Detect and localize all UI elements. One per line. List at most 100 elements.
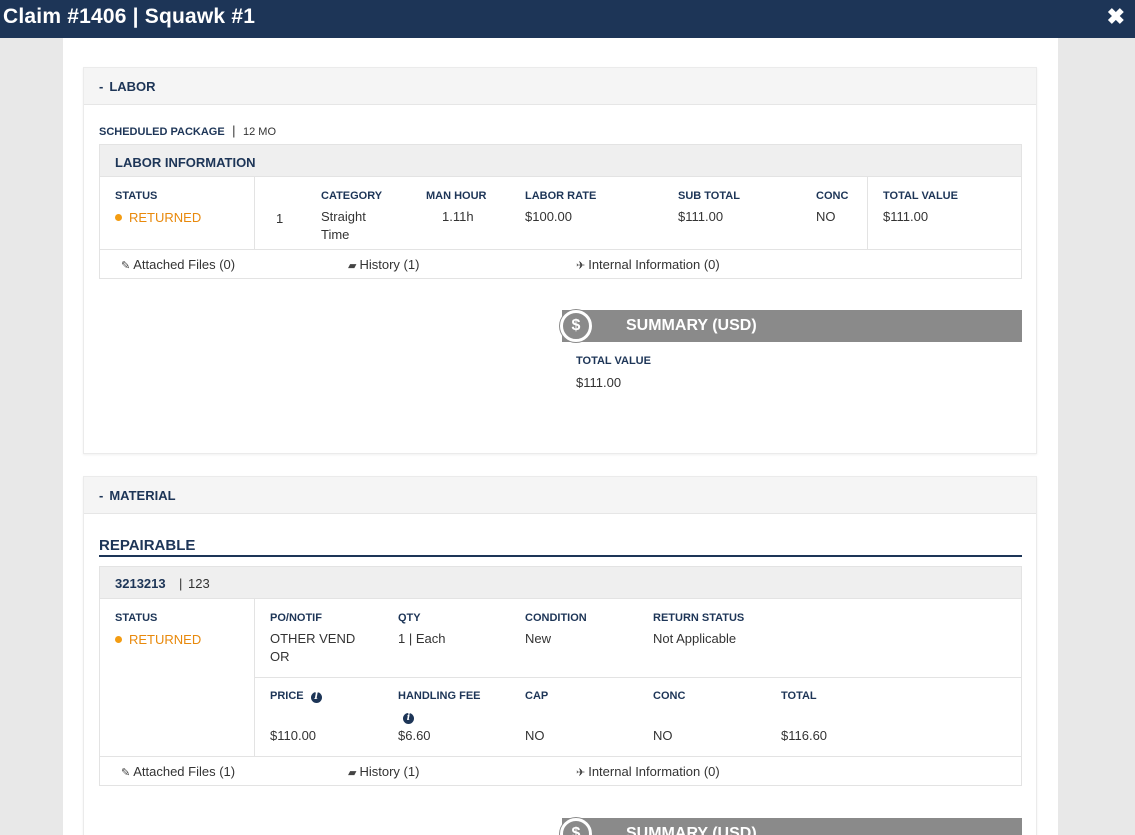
labor-information-title: LABOR INFORMATION (115, 155, 256, 170)
row-index: 1 (276, 211, 284, 226)
material-detail-row2: PRICE i $110.00 HANDLING FEE i $6.60 CAP… (254, 677, 1022, 757)
paperclip-icon: ✎ (121, 260, 131, 272)
return-status-value: Not Applicable (653, 631, 737, 646)
material-detail-row1: PO/NOTIF OTHER VEND OR QTY 1 | Each COND… (254, 598, 1022, 678)
material-links-row: ✎ Attached Files (1) ▰ History (1) ✈ Intern… (99, 756, 1022, 786)
labor-total-cell: TOTAL VALUE $111.00 (867, 176, 1022, 250)
attached-files-link[interactable]: ✎ Attached Files (0) (121, 257, 235, 272)
labor-summary-bar: $ SUMMARY (USD) (560, 310, 1022, 342)
book-icon: ▰ (348, 767, 357, 779)
status-dot (115, 636, 122, 643)
conc-value: NO (816, 209, 836, 224)
plane-icon: ✈ (576, 767, 586, 779)
total-value: $116.60 (781, 728, 828, 743)
po-notif-label: PO/NOTIF (270, 612, 322, 624)
labor-rate-label: LABOR RATE (525, 190, 597, 202)
internal-information-link[interactable]: ✈ Internal Information (0) (576, 764, 720, 779)
separator: | (179, 576, 183, 591)
handling-fee-value: $6.60 (398, 728, 431, 743)
conc-value: NO (653, 728, 673, 743)
material-status-cell: STATUS RETURNED (99, 598, 255, 757)
labor-panel-header[interactable]: - LABOR (84, 68, 1036, 105)
scheduled-package: SCHEDULED PACKAGE | 12 MO (99, 122, 276, 140)
condition-label: CONDITION (525, 612, 587, 624)
separator: | (232, 123, 236, 138)
material-section-label: MATERIAL (109, 488, 176, 503)
return-status-label: RETURN STATUS (653, 612, 745, 624)
dollar-icon: $ (560, 818, 592, 835)
history-link[interactable]: ▰ History (1) (348, 764, 419, 779)
man-hour-label: MAN HOUR (426, 190, 487, 202)
close-icon[interactable]: ✖ (1107, 4, 1125, 30)
status-dot (115, 214, 122, 221)
collapse-toggle[interactable]: - (99, 488, 103, 503)
conc-label: CONC (653, 690, 686, 702)
sub-total-label: SUB TOTAL (678, 190, 740, 202)
material-panel: - MATERIAL REPAIRABLE 3213213 | 123 STATU… (83, 476, 1037, 835)
main-content: - LABOR SCHEDULED PACKAGE | 12 MO LABOR I… (63, 38, 1058, 835)
price-value: $110.00 (270, 728, 317, 743)
history-link[interactable]: ▰ History (1) (348, 257, 419, 272)
attached-files-label: Attached Files (1) (133, 764, 236, 779)
total-label: TOTAL (781, 690, 817, 702)
cap-label: CAP (525, 690, 549, 702)
labor-panel: - LABOR SCHEDULED PACKAGE | 12 MO LABOR I… (83, 67, 1037, 454)
sub-total-value: $111.00 (678, 209, 724, 224)
material-summary-bar: $ SUMMARY (USD) (560, 818, 1022, 835)
part-number: 3213213 (115, 576, 166, 591)
price-label: PRICE (270, 690, 304, 702)
labor-detail-cell: 1 CATEGORY Straight Time MAN HOUR 1.11h … (254, 176, 868, 250)
total-value: $111.00 (883, 209, 929, 224)
attached-files-label: Attached Files (0) (133, 257, 236, 272)
internal-information-link[interactable]: ✈ Internal Information (0) (576, 257, 720, 272)
internal-information-label: Internal Information (0) (588, 257, 720, 272)
status-value: RETURNED (129, 210, 202, 225)
status-label: STATUS (115, 612, 158, 624)
category-label: CATEGORY (321, 190, 383, 202)
status-badge: RETURNED (115, 632, 201, 647)
book-icon: ▰ (348, 260, 357, 272)
labor-status-cell: STATUS RETURNED (99, 176, 255, 250)
category-value: Straight Time (321, 209, 366, 242)
cap-value: NO (525, 728, 545, 743)
attached-files-link[interactable]: ✎ Attached Files (1) (121, 764, 235, 779)
material-panel-header[interactable]: - MATERIAL (84, 477, 1036, 514)
po-notif-value: OTHER VEND OR (270, 631, 356, 664)
status-label: STATUS (115, 190, 158, 202)
info-icon[interactable]: i (310, 692, 322, 703)
status-badge: RETURNED (115, 210, 201, 225)
handling-fee-label: HANDLING FEE (398, 690, 481, 702)
summary-total-label: TOTAL VALUE (576, 355, 651, 367)
internal-information-label: Internal Information (0) (588, 764, 720, 779)
info-icon[interactable]: i (403, 713, 414, 724)
part-description: 123 (188, 576, 210, 591)
page-title: Claim #1406 | Squawk #1 (3, 5, 256, 28)
qty-value: 1 | Each (398, 631, 446, 646)
labor-section-label: LABOR (109, 79, 156, 94)
status-value: RETURNED (129, 632, 202, 647)
title-bar: Claim #1406 | Squawk #1 ✖ (0, 0, 1135, 38)
summary-title: SUMMARY (USD) (626, 317, 757, 334)
qty-label: QTY (398, 612, 421, 624)
history-label: History (1) (359, 764, 420, 779)
summary-title: SUMMARY (USD) (626, 825, 757, 835)
dollar-icon: $ (560, 310, 592, 342)
scheduled-package-label: SCHEDULED PACKAGE (99, 126, 225, 138)
man-hour-value: 1.11h (442, 209, 474, 224)
condition-value: New (525, 631, 552, 646)
collapse-toggle[interactable]: - (99, 79, 103, 94)
history-label: History (1) (359, 257, 420, 272)
part-header-bar: 3213213 | 123 (99, 566, 1022, 599)
conc-label: CONC (816, 190, 849, 202)
labor-rate-value: $100.00 (525, 209, 572, 224)
repairable-title: REPAIRABLE (99, 537, 196, 554)
section-divider (99, 555, 1022, 557)
paperclip-icon: ✎ (121, 767, 131, 779)
price-label-wrap: PRICE i (270, 690, 322, 703)
labor-information-bar: LABOR INFORMATION (99, 144, 1022, 177)
total-value-label: TOTAL VALUE (883, 190, 958, 202)
summary-total-value: $111.00 (576, 375, 622, 390)
scheduled-package-value: 12 MO (243, 126, 277, 138)
labor-links-row: ✎ Attached Files (0) ▰ History (1) ✈ Intern… (99, 249, 1022, 279)
plane-icon: ✈ (576, 260, 586, 272)
